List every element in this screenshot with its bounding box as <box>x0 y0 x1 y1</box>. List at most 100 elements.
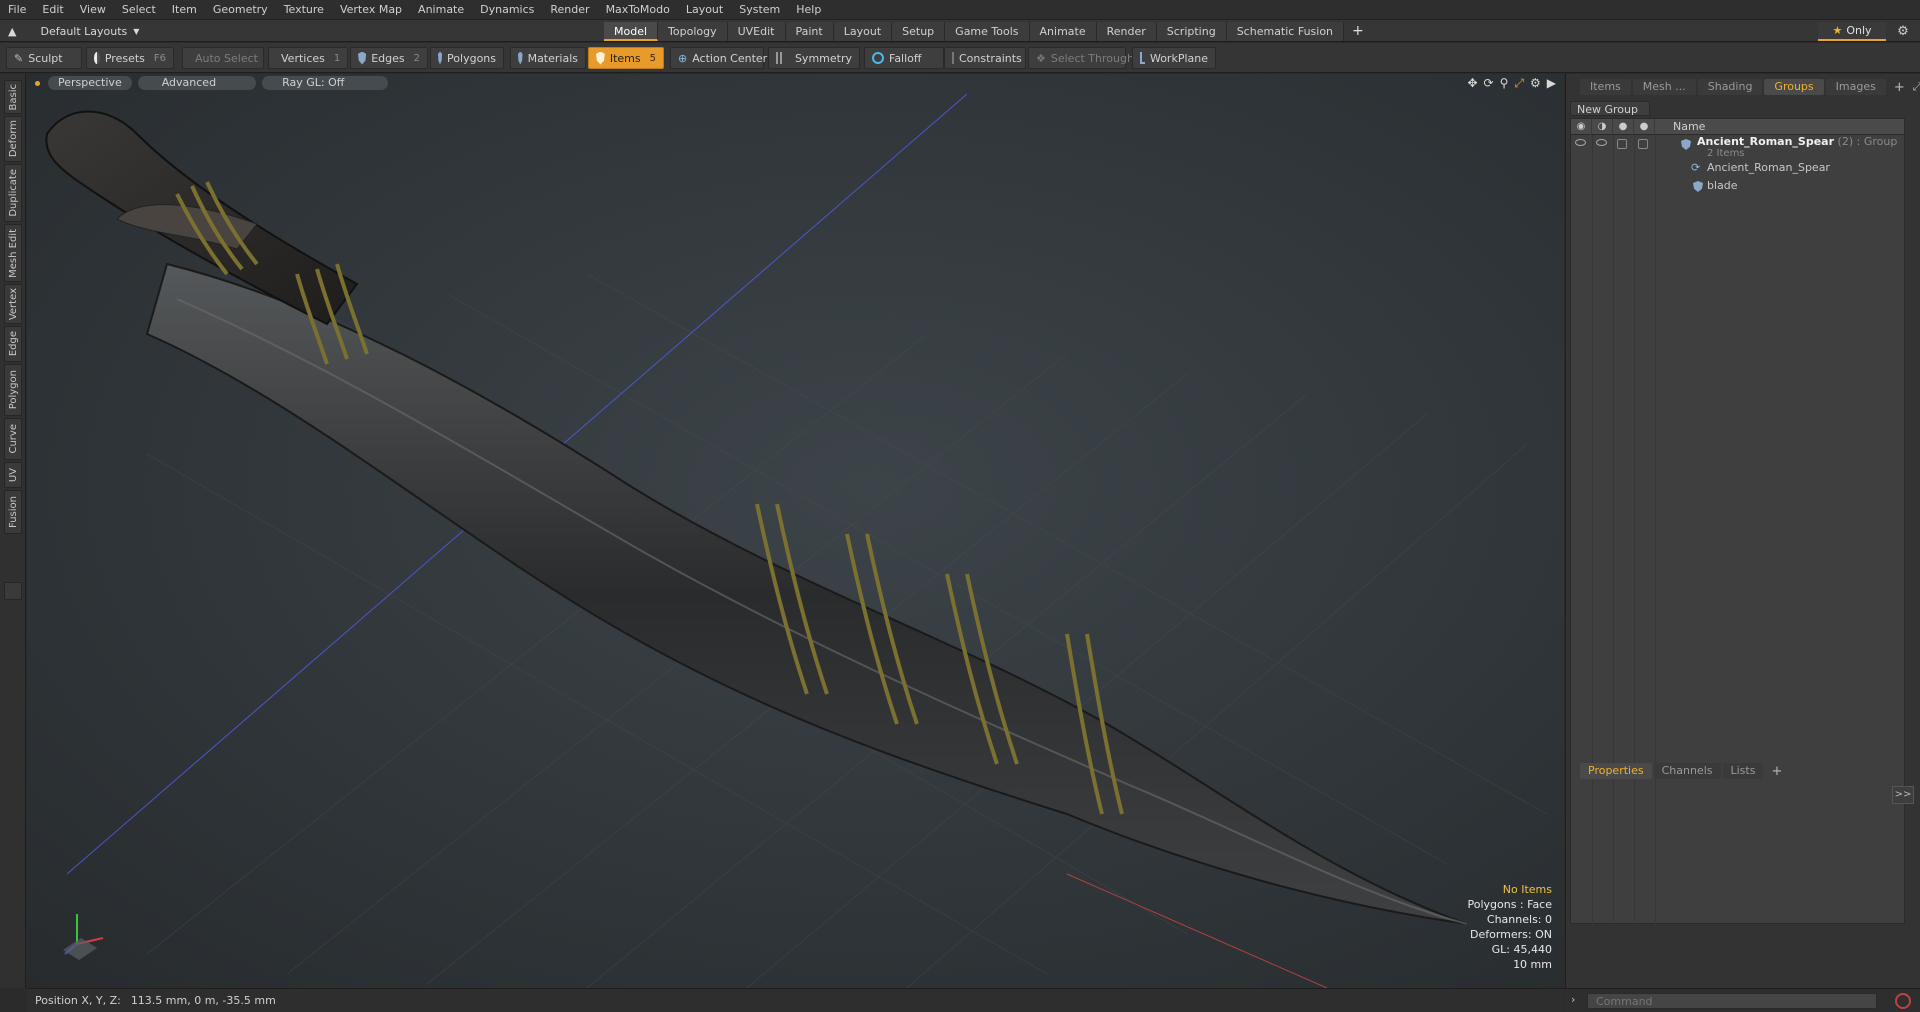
play-icon[interactable]: ▶ <box>1547 76 1556 91</box>
tab-layout[interactable]: Layout <box>833 22 893 41</box>
collapse-icon[interactable]: ▲ <box>8 25 16 38</box>
tab-animate[interactable]: Animate <box>1029 22 1097 41</box>
menu-animate[interactable]: Animate <box>410 0 472 20</box>
viewport-gear-icon[interactable]: ⚙ <box>1530 76 1541 91</box>
select-through-button[interactable]: ❖ Select Through <box>1028 47 1134 69</box>
fit-icon[interactable]: ⤢ <box>1514 76 1524 91</box>
render-toggle-icon[interactable] <box>1596 139 1607 146</box>
chevron-right-icon[interactable]: › <box>1571 993 1575 1006</box>
tab-setup[interactable]: Setup <box>892 22 946 41</box>
tab-channels[interactable]: Channels <box>1653 763 1721 779</box>
vtab-vertex[interactable]: Vertex <box>4 284 22 324</box>
zoom-icon[interactable]: ⚲ <box>1500 76 1509 91</box>
render-column-icon[interactable]: ◑ <box>1592 119 1613 135</box>
menu-system[interactable]: System <box>731 0 788 20</box>
properties-tabs: Properties Channels Lists + <box>1566 762 1920 780</box>
layout-selector[interactable]: ▲ Default Layouts ▼ <box>8 23 139 39</box>
stop-icon[interactable] <box>1895 993 1911 1009</box>
action-center-button[interactable]: ⊕ Action Center <box>670 47 767 69</box>
vtab-mesh-edit[interactable]: Mesh Edit <box>4 224 22 282</box>
perspective-button[interactable]: Perspective <box>48 76 132 90</box>
only-button[interactable]: ★ Only <box>1818 22 1886 41</box>
tab-uvedit[interactable]: UVEdit <box>727 22 786 41</box>
gear-icon[interactable]: ⚙ <box>1894 23 1912 41</box>
tab-paint[interactable]: Paint <box>785 22 834 41</box>
select-checkbox[interactable] <box>1638 139 1648 149</box>
materials-button[interactable]: Materials <box>510 47 586 69</box>
tab-model[interactable]: Model <box>604 22 659 41</box>
items-button[interactable]: Items 5 <box>588 47 664 69</box>
menu-view[interactable]: View <box>72 0 114 20</box>
auto-select-button[interactable]: Auto Select <box>182 47 264 69</box>
tab-images[interactable]: Images <box>1825 79 1886 95</box>
move-icon[interactable]: ✥ <box>1467 76 1477 91</box>
viewport-menu-dot[interactable] <box>35 80 40 86</box>
visibility-column-icon[interactable]: ◉ <box>1571 119 1592 135</box>
group-child-row[interactable]: blade <box>1571 177 1904 195</box>
vtab-edge[interactable]: Edge <box>4 326 22 362</box>
items-shortcut: 5 <box>649 52 656 64</box>
edges-button[interactable]: Edges 2 <box>350 47 428 69</box>
advanced-button[interactable]: Advanced <box>137 76 257 90</box>
presets-button[interactable]: Presets F6 <box>86 47 174 69</box>
vtab-polygon[interactable]: Polygon <box>4 364 22 416</box>
tab-shading[interactable]: Shading <box>1697 79 1763 95</box>
tab-topology[interactable]: Topology <box>658 22 728 41</box>
info-channels: Channels: 0 <box>1486 913 1552 926</box>
menu-render[interactable]: Render <box>542 0 597 20</box>
polygons-button[interactable]: Polygons <box>430 47 504 69</box>
rotate-icon[interactable]: ⟳ <box>1484 76 1494 91</box>
falloff-button[interactable]: Falloff <box>864 47 944 69</box>
vtab-uv[interactable]: UV <box>4 462 22 488</box>
tab-mesh[interactable]: Mesh ... <box>1632 79 1696 95</box>
menu-vertex-map[interactable]: Vertex Map <box>332 0 410 20</box>
group-child-row[interactable]: ⟳ Ancient_Roman_Spear <box>1571 159 1904 177</box>
command-input[interactable] <box>1587 993 1877 1009</box>
add-tab-icon[interactable]: + <box>1344 22 1372 41</box>
tab-schematic-fusion[interactable]: Schematic Fusion <box>1226 22 1345 41</box>
left-tool-tabs: Basic Deform Duplicate Mesh Edit Vertex … <box>0 74 26 988</box>
vtab-duplicate[interactable]: Duplicate <box>4 164 22 222</box>
expand-button[interactable]: >> <box>1892 786 1914 804</box>
maximize-icon[interactable]: ⤢ <box>1913 80 1920 94</box>
3d-viewport[interactable]: Perspective Advanced Ray GL: Off ✥ ⟳ ⚲ ⤢… <box>27 74 1564 988</box>
add-panel-tab-icon[interactable]: + <box>1888 80 1911 95</box>
menu-geometry[interactable]: Geometry <box>205 0 276 20</box>
menu-file[interactable]: File <box>0 0 34 20</box>
menu-select[interactable]: Select <box>114 0 164 20</box>
vtab-basic[interactable]: Basic <box>4 80 22 114</box>
vtab-deform[interactable]: Deform <box>4 116 22 162</box>
raygl-button[interactable]: Ray GL: Off <box>262 76 389 90</box>
menu-item[interactable]: Item <box>164 0 205 20</box>
menu-edit[interactable]: Edit <box>34 0 71 20</box>
tab-items[interactable]: Items <box>1580 79 1631 95</box>
tab-render[interactable]: Render <box>1096 22 1157 41</box>
menu-maxtomodo[interactable]: MaxToModo <box>598 0 678 20</box>
lock-checkbox[interactable] <box>1617 139 1627 149</box>
group-row[interactable]: Ancient_Roman_Spear (2) : Group 2 Items <box>1571 135 1904 159</box>
select-column-icon[interactable]: ● <box>1634 119 1655 135</box>
tab-game-tools[interactable]: Game Tools <box>945 22 1030 41</box>
tab-lists[interactable]: Lists <box>1722 763 1764 779</box>
sculpt-button[interactable]: ✎ Sculpt <box>6 47 82 69</box>
lock-column-icon[interactable]: ● <box>1613 119 1634 135</box>
symmetry-button[interactable]: Symmetry <box>768 47 860 69</box>
tab-properties[interactable]: Properties <box>1580 763 1652 779</box>
tab-groups[interactable]: Groups <box>1764 79 1824 95</box>
workplane-button[interactable]: WorkPlane <box>1132 47 1216 69</box>
constraints-button[interactable]: Constraints <box>944 47 1026 69</box>
vtab-fusion[interactable]: Fusion <box>4 490 22 534</box>
menu-dynamics[interactable]: Dynamics <box>472 0 542 20</box>
vtab-extra-button[interactable] <box>4 582 22 600</box>
workplane-label: WorkPlane <box>1149 51 1208 65</box>
tab-scripting[interactable]: Scripting <box>1156 22 1227 41</box>
menu-texture[interactable]: Texture <box>276 0 332 20</box>
menu-layout[interactable]: Layout <box>678 0 731 20</box>
new-group-button[interactable]: New Group <box>1570 101 1650 116</box>
eye-icon[interactable] <box>1575 139 1586 146</box>
constraints-icon <box>952 52 954 64</box>
add-properties-tab-icon[interactable]: + <box>1765 764 1788 779</box>
vtab-curve[interactable]: Curve <box>4 418 22 460</box>
menu-help[interactable]: Help <box>788 0 829 20</box>
vertices-button[interactable]: Vertices 1 <box>268 47 348 69</box>
